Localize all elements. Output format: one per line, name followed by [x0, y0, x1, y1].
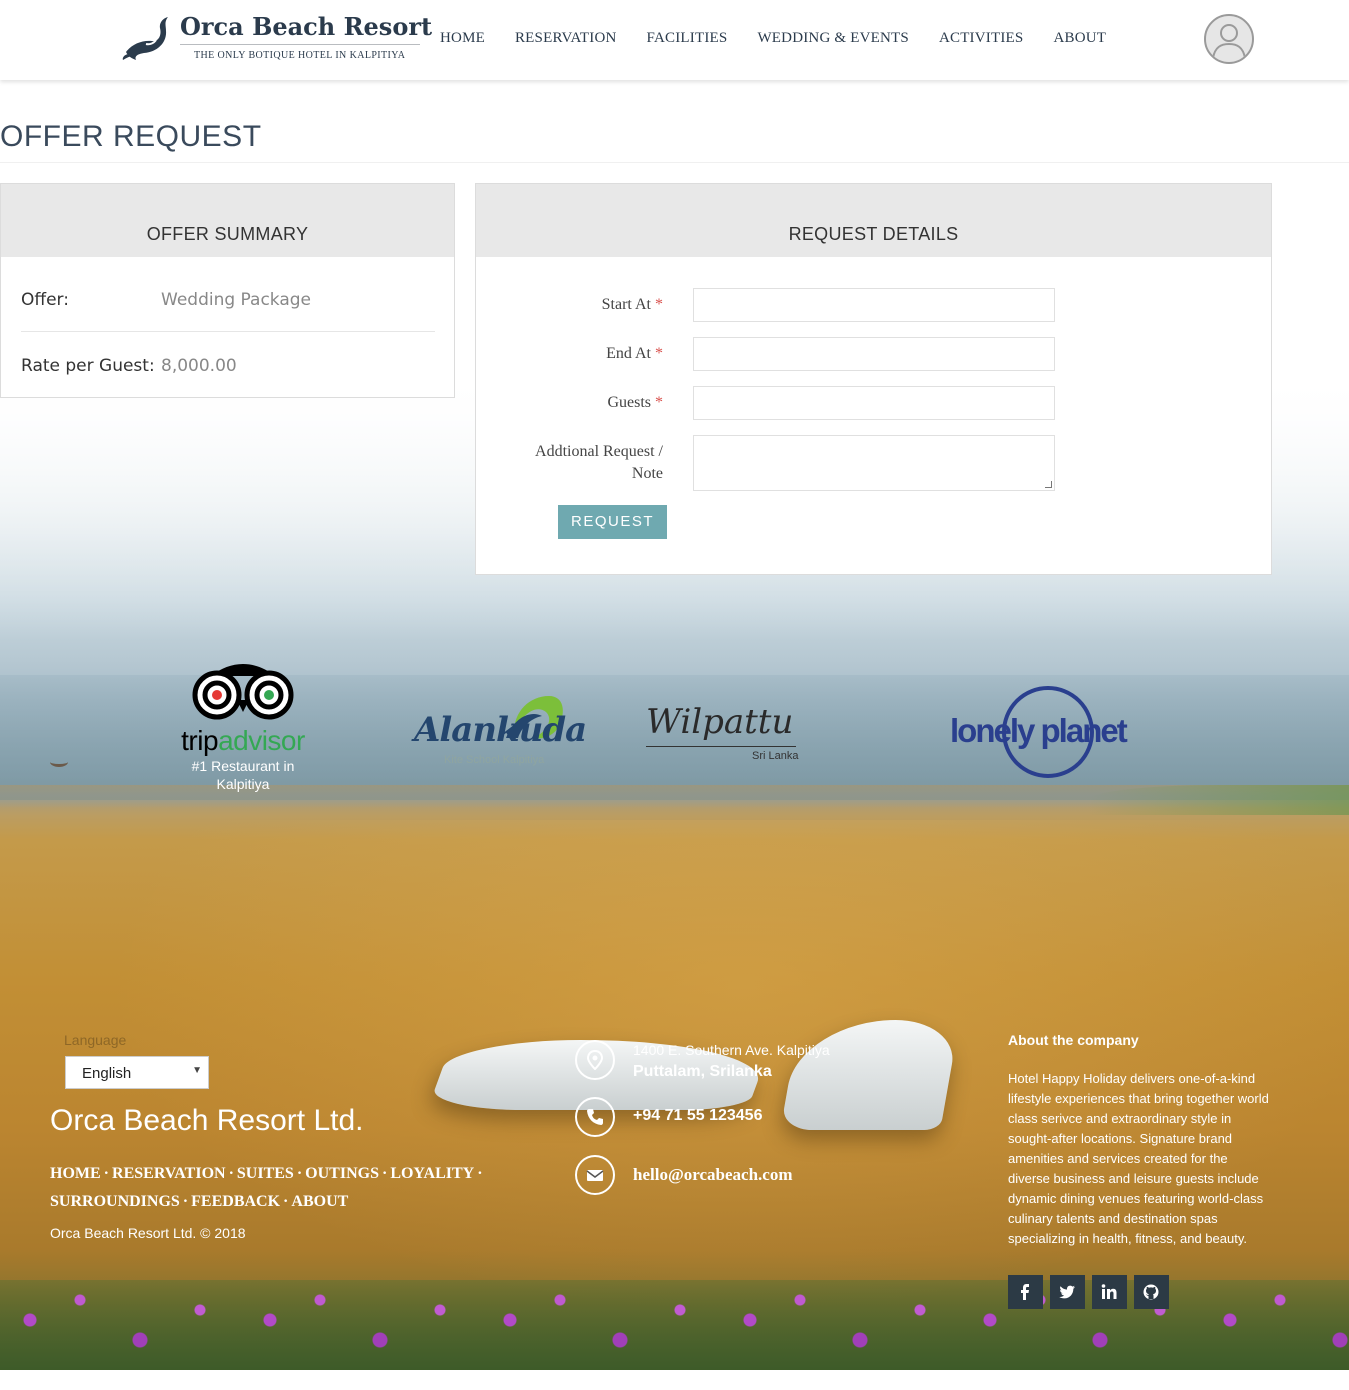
about-heading: About the company	[1008, 1032, 1139, 1048]
envelope-icon	[575, 1155, 615, 1195]
rate-value: 8,000.00	[161, 356, 237, 376]
note-label: Addtional Request / Note	[535, 443, 663, 482]
logo-tagline: THE ONLY BOTIQUE HOTEL IN KALPITIYA	[194, 50, 406, 61]
nav-home[interactable]: HOME	[440, 30, 485, 47]
footer-link-home[interactable]: HOME	[50, 1165, 101, 1182]
lonely-planet-logo[interactable]: lonely planet	[950, 684, 1150, 784]
end-at-label: End At *	[606, 345, 663, 362]
guests-label: Guests *	[607, 394, 663, 411]
footer-links: HOME · RESERVATION · SUITES · OUTINGS · LOYALITY…	[50, 1165, 483, 1210]
user-avatar-icon[interactable]	[1204, 14, 1254, 64]
main-nav: HOME RESERVATION FACILITIES WEDDING & EV…	[440, 30, 1136, 47]
phone-number[interactable]: +94 71 55 123456	[633, 1107, 762, 1125]
nav-reservation[interactable]: RESERVATION	[515, 30, 617, 47]
request-details-panel: REQUEST DETAILS Start At * End At * Guests…	[475, 183, 1272, 575]
phone-icon	[575, 1097, 615, 1137]
offer-row: Offer: Wedding Package	[21, 290, 435, 332]
footer-link-suites[interactable]: SUITES	[237, 1165, 294, 1182]
required-mark: *	[655, 296, 663, 313]
start-at-label: Start At *	[601, 296, 663, 313]
nav-wedding-events[interactable]: WEDDING & EVENTS	[757, 30, 909, 47]
guests-input[interactable]	[693, 386, 1055, 420]
offer-summary-panel: OFFER SUMMARY Offer: Wedding Package Rat…	[0, 183, 455, 398]
copyright: Orca Beach Resort Ltd. © 2018	[50, 1225, 246, 1241]
logo[interactable]: Orca Beach Resort THE ONLY BOTIQUE HOTEL…	[122, 12, 432, 64]
tripadvisor-logo[interactable]: tripadvisor #1 Restaurant in Kalpitiya	[168, 662, 318, 793]
map-pin-icon	[575, 1040, 615, 1080]
linkedin-icon[interactable]	[1092, 1275, 1127, 1309]
address-line2: Puttalam, Srilanka	[633, 1063, 772, 1080]
language-label: Language	[64, 1032, 127, 1048]
footer-link-surroundings[interactable]: SURROUNDINGS	[50, 1193, 180, 1210]
offer-summary-heading: OFFER SUMMARY	[1, 184, 454, 257]
nav-facilities[interactable]: FACILITIES	[647, 30, 728, 47]
start-at-input[interactable]	[693, 288, 1055, 322]
footer-link-loyality[interactable]: LOYALITY	[390, 1165, 474, 1182]
nav-about[interactable]: ABOUT	[1053, 30, 1106, 47]
about-text: Hotel Happy Holiday delivers one-of-a-ki…	[1008, 1071, 1269, 1246]
end-at-input[interactable]	[693, 337, 1055, 371]
footer-link-feedback[interactable]: FEEDBACK	[191, 1193, 280, 1210]
site-header: Orca Beach Resort THE ONLY BOTIQUE HOTEL…	[0, 0, 1349, 80]
social-links	[1008, 1275, 1176, 1309]
alankuda-logo[interactable]: Alankuda Kite School Kalpitiya	[414, 692, 587, 772]
language-select[interactable]: English ▼	[65, 1056, 209, 1089]
caret-down-icon: ▼	[192, 1065, 202, 1076]
email-link[interactable]: hello@orcabeach.com	[633, 1165, 793, 1185]
page-title: OFFER REQUEST	[0, 120, 262, 153]
wilpattu-logo[interactable]: Wilpattu Sri Lanka	[646, 702, 806, 767]
footer-link-outings[interactable]: OUTINGS	[305, 1165, 379, 1182]
twitter-icon[interactable]	[1050, 1275, 1085, 1309]
logo-title: Orca Beach Resort	[180, 12, 433, 41]
nav-activities[interactable]: ACTIVITIES	[939, 30, 1024, 47]
orca-logo-icon	[122, 17, 168, 60]
tripadvisor-caption: #1 Restaurant in Kalpitiya	[191, 758, 295, 792]
rate-label: Rate per Guest:	[21, 356, 155, 376]
offer-label: Offer:	[21, 290, 69, 310]
github-icon[interactable]	[1134, 1275, 1169, 1309]
footer-company-name: Orca Beach Resort Ltd.	[50, 1104, 364, 1137]
address-line1: 1400 E. Southern Ave. Kalpitiya	[633, 1042, 830, 1058]
request-details-heading: REQUEST DETAILS	[476, 184, 1271, 257]
owl-icon	[192, 664, 294, 720]
request-button[interactable]: REQUEST	[558, 505, 667, 539]
note-textarea[interactable]	[693, 435, 1055, 491]
footer-link-about[interactable]: ABOUT	[291, 1193, 348, 1210]
footer-link-reservation[interactable]: RESERVATION	[112, 1165, 226, 1182]
facebook-icon[interactable]	[1008, 1275, 1043, 1309]
required-mark: *	[655, 345, 663, 362]
required-mark: *	[655, 394, 663, 411]
offer-value: Wedding Package	[161, 290, 312, 310]
